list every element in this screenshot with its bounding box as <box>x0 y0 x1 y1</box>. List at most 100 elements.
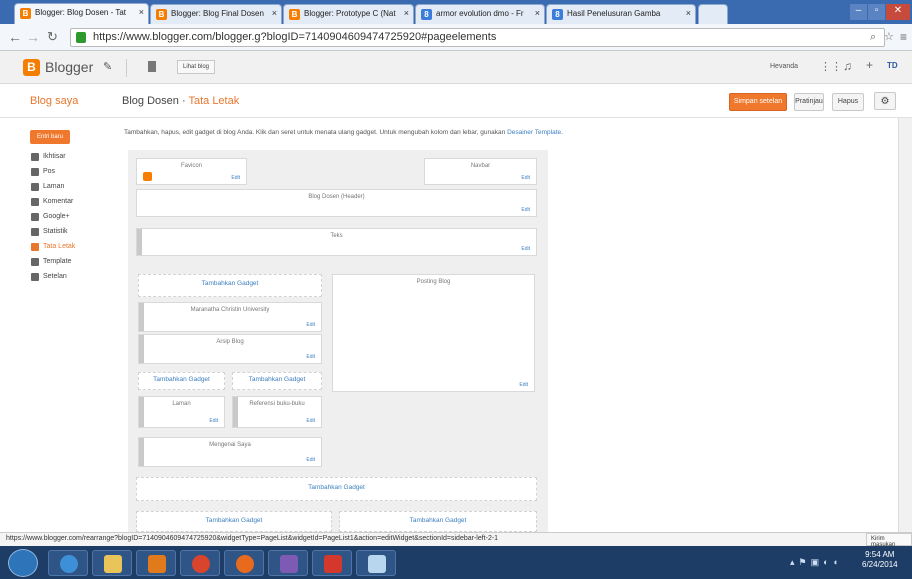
sidebar-item-overview[interactable]: Ikhtisar <box>31 153 66 161</box>
add-gadget-link[interactable]: Tambahkan Gadget <box>339 511 537 532</box>
minimize-icon[interactable]: – <box>850 4 867 20</box>
add-gadget-link[interactable]: Tambahkan Gadget <box>138 274 322 297</box>
gadget-favicon[interactable]: Favicon Edit <box>136 158 247 185</box>
start-button[interactable] <box>8 549 38 577</box>
browser-tab-3[interactable]: B Blogger: Prototype C (Nat × <box>283 4 414 24</box>
scrollbar[interactable] <box>898 118 912 532</box>
taskbar-firefox[interactable] <box>224 550 264 576</box>
apps-grid-icon[interactable]: ⋮⋮ <box>820 60 842 73</box>
edit-link[interactable]: Edit <box>306 322 315 328</box>
gadget-header[interactable]: Blog Dosen (Header) Edit <box>136 189 537 217</box>
description-text: Tambahkan, hapus, edit gadget di blog An… <box>124 129 506 136</box>
view-blog-button[interactable]: Lihat blog <box>177 60 216 74</box>
gadget-archive[interactable]: Arsip Blog Edit <box>138 334 322 364</box>
sidebar-item-comments[interactable]: Komentar <box>31 198 73 206</box>
share-plus-icon[interactable]: + <box>866 58 873 72</box>
gadget-text[interactable]: Teks Edit <box>136 228 537 256</box>
gadget-title: Arsip Blog <box>216 339 244 345</box>
close-icon[interactable]: × <box>404 8 409 18</box>
gadget-maranatha[interactable]: Maranatha Christin University Edit <box>138 302 322 332</box>
new-post-button[interactable]: Entri baru <box>30 130 70 144</box>
gadget-title: Laman <box>172 401 191 407</box>
edit-link[interactable]: Edit <box>306 457 315 463</box>
add-gadget-link[interactable]: Tambahkan Gadget <box>136 477 537 501</box>
sidebar-item-settings[interactable]: Setelan <box>31 273 67 281</box>
edit-link[interactable]: Edit <box>519 382 528 388</box>
add-gadget-link[interactable]: Tambahkan Gadget <box>138 372 225 390</box>
internet-explorer-icon <box>60 555 78 573</box>
sidebar-item-stats[interactable]: Statistik <box>31 228 68 236</box>
system-tray-icons[interactable]: ▴⚑▣◐◖ <box>790 557 842 568</box>
edit-link[interactable]: Edit <box>521 207 530 213</box>
avatar[interactable]: TD <box>887 61 898 70</box>
taskbar-explorer[interactable] <box>92 550 132 576</box>
new-tab-button[interactable] <box>698 4 728 24</box>
taskbar: ▴⚑▣◐◖ <box>0 546 912 579</box>
browser-tab-2[interactable]: B Blogger: Blog Final Dosen × <box>150 4 282 24</box>
sidebar-item-template[interactable]: Template <box>31 258 71 266</box>
chrome-icon <box>192 555 210 573</box>
edit-link[interactable]: Edit <box>306 418 315 424</box>
menu-icon[interactable]: ≡ <box>900 29 907 45</box>
reload-icon[interactable]: ↻ <box>47 29 58 45</box>
sidebar-item-posts[interactable]: Pos <box>31 168 55 176</box>
sidebar-item-layout[interactable]: Tata Letak <box>31 243 75 251</box>
pencil-icon[interactable]: ✎ <box>103 60 112 73</box>
bookmark-star-icon[interactable]: ☆ <box>884 29 894 45</box>
add-gadget-link[interactable]: Tambahkan Gadget <box>232 372 322 390</box>
clock-time: 9:54 AM <box>865 550 895 559</box>
edit-link[interactable]: Edit <box>209 418 218 424</box>
taskbar-notes[interactable] <box>356 550 396 576</box>
taskbar-outlook[interactable] <box>136 550 176 576</box>
edit-link[interactable]: Edit <box>521 246 530 252</box>
page-name: Tata Letak <box>188 95 240 107</box>
send-feedback-button[interactable]: Kirim masukan <box>866 533 912 548</box>
forward-icon[interactable]: → <box>26 29 40 45</box>
delete-button[interactable]: Hapus <box>832 93 864 111</box>
notification-bell-icon[interactable]: ♫ <box>843 59 852 73</box>
edit-link[interactable]: Edit <box>231 175 240 181</box>
close-window-icon[interactable]: ✕ <box>886 4 910 20</box>
add-gadget-link[interactable]: Tambahkan Gadget <box>136 511 332 532</box>
zoom-icon[interactable]: ⌕ <box>870 29 876 45</box>
browser-tab-4[interactable]: 8 armor evolution dmo - Fr × <box>415 4 545 24</box>
sidebar-item-pages[interactable]: Laman <box>31 183 64 191</box>
taskbar-app[interactable] <box>268 550 308 576</box>
google-icon: 8 <box>552 9 563 20</box>
document-icon[interactable] <box>148 61 156 72</box>
app-title: Blogger <box>45 59 94 75</box>
taskbar-clock[interactable]: 9:54 AM 6/24/2014 <box>862 550 898 570</box>
close-icon[interactable]: × <box>535 8 540 18</box>
browser-tab-1[interactable]: B Blogger: Blog Dosen - Tat × <box>14 3 149 24</box>
gadget-pages[interactable]: Laman Edit <box>138 396 225 428</box>
user-name[interactable]: Hevanda <box>770 63 798 70</box>
sidebar: Entri baru Ikhtisar Pos Laman Komentar G… <box>0 118 112 532</box>
edit-link[interactable]: Edit <box>306 354 315 360</box>
gadget-about-me[interactable]: Mengenai Saya Edit <box>138 437 322 467</box>
taskbar-chrome[interactable] <box>180 550 220 576</box>
sidebar-item-googleplus[interactable]: Google+ <box>31 213 70 221</box>
taskbar-app[interactable] <box>312 550 352 576</box>
blogger-logo-icon[interactable]: B <box>23 59 40 76</box>
preview-button[interactable]: Pratinjau <box>794 93 824 111</box>
blogger-icon: B <box>289 9 300 20</box>
gadget-books[interactable]: Referensi buku-buku Edit <box>232 396 322 428</box>
tab-label: Hasil Penelusuran Gamba <box>567 9 661 18</box>
browser-tab-5[interactable]: 8 Hasil Penelusuran Gamba × <box>546 4 696 24</box>
gadget-navbar[interactable]: Navbar Edit <box>424 158 537 185</box>
template-designer-link[interactable]: Desainer Template <box>507 129 561 136</box>
my-blogs-link[interactable]: Blog saya <box>30 95 78 107</box>
close-icon[interactable]: × <box>272 8 277 18</box>
notes-icon <box>368 555 386 573</box>
gear-icon[interactable]: ⚙ <box>874 92 896 110</box>
taskbar-ie[interactable] <box>48 550 88 576</box>
close-icon[interactable]: × <box>139 7 144 17</box>
gadget-blog-posts[interactable]: Posting Blog Edit <box>332 274 535 392</box>
edit-link[interactable]: Edit <box>521 175 530 181</box>
gadget-title: Referensi buku-buku <box>249 401 305 407</box>
back-icon[interactable]: ← <box>8 29 22 45</box>
maximize-icon[interactable]: ▫ <box>868 4 885 20</box>
close-icon[interactable]: × <box>686 8 691 18</box>
url-input[interactable]: https://www.blogger.com/blogger.g?blogID… <box>70 28 885 47</box>
save-settings-button[interactable]: Simpan setelan <box>729 93 787 111</box>
